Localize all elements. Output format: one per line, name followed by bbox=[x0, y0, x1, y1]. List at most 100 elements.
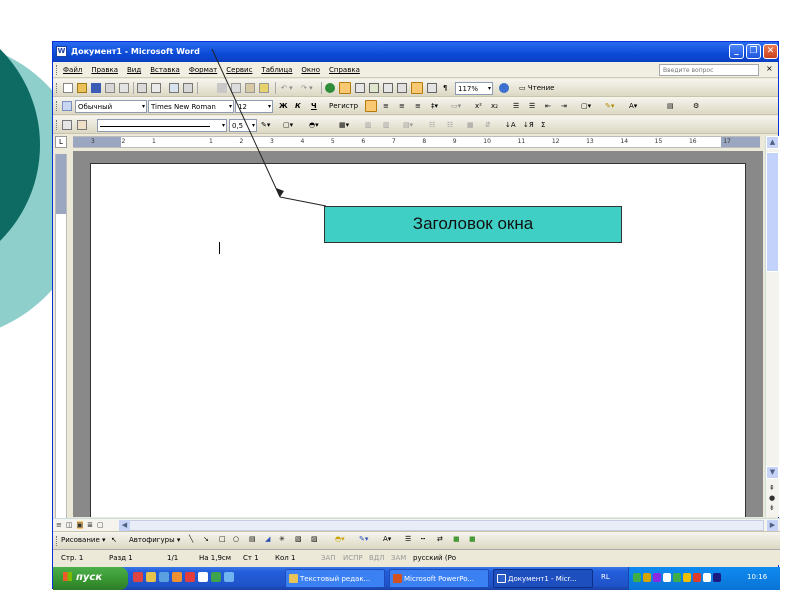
autosum-icon[interactable]: Σ bbox=[541, 121, 545, 129]
toolbar-grip[interactable] bbox=[56, 83, 58, 93]
draw-menu-button[interactable]: Рисование ▾ bbox=[61, 536, 106, 544]
status-record[interactable]: ЗАП bbox=[321, 554, 336, 562]
reading-view-icon[interactable]: ▢ bbox=[97, 521, 104, 529]
align-left-icon[interactable] bbox=[365, 100, 377, 112]
previous-page-icon[interactable]: ⇞ bbox=[769, 484, 775, 492]
email-icon[interactable] bbox=[119, 83, 129, 93]
scroll-left-button[interactable]: ◀ bbox=[119, 520, 130, 531]
style-select[interactable]: Обычный ▾ bbox=[75, 100, 147, 113]
menu-item[interactable]: Формат bbox=[189, 66, 217, 74]
copy-icon[interactable] bbox=[231, 83, 241, 93]
tray-icon[interactable] bbox=[683, 573, 691, 582]
change-case-button[interactable]: Регистр bbox=[329, 102, 358, 110]
quick-launch-icon[interactable] bbox=[159, 572, 169, 582]
align-right-icon[interactable]: ≡ bbox=[399, 102, 405, 110]
subscript-icon[interactable]: x₂ bbox=[491, 102, 498, 110]
vertical-scrollbar[interactable]: ▲ ▼ ⇞ ● ⇟ bbox=[765, 136, 779, 517]
menu-grip[interactable] bbox=[56, 65, 58, 75]
quick-launch-icon[interactable] bbox=[133, 572, 143, 582]
toolbar-grip[interactable] bbox=[56, 536, 58, 546]
distribute-rows-icon[interactable]: ☷ bbox=[429, 121, 435, 129]
insert-table-icon[interactable] bbox=[355, 83, 365, 93]
scroll-thumb[interactable] bbox=[766, 152, 779, 272]
document-map-icon[interactable] bbox=[411, 82, 423, 94]
line-style-select[interactable]: ▾ bbox=[97, 119, 227, 132]
text-direction-icon[interactable]: ⇵ bbox=[485, 121, 491, 129]
arrow-style-icon[interactable]: ⇄ bbox=[437, 535, 443, 543]
print-icon[interactable] bbox=[137, 83, 147, 93]
normal-view-icon[interactable]: ≡ bbox=[56, 521, 62, 529]
superscript-icon[interactable]: x² bbox=[475, 102, 482, 110]
start-button[interactable]: пуск bbox=[53, 567, 128, 590]
paste-icon[interactable] bbox=[245, 83, 255, 93]
columns-icon[interactable] bbox=[383, 83, 393, 93]
taskbar-button-text-editor[interactable]: Текстовый редак... bbox=[285, 569, 385, 588]
print-preview-icon[interactable] bbox=[151, 83, 161, 93]
toolbar-grip[interactable] bbox=[56, 120, 58, 130]
line-tool-icon[interactable]: ╲ bbox=[189, 535, 193, 543]
hscroll-track[interactable] bbox=[119, 520, 764, 531]
next-page-icon[interactable]: ⇟ bbox=[769, 504, 775, 512]
word-app-icon[interactable]: W bbox=[56, 46, 67, 57]
menu-item[interactable]: Таблица bbox=[261, 66, 292, 74]
picture-icon[interactable]: ▨ bbox=[311, 535, 318, 543]
line-weight-select[interactable]: 0,5 ▾ bbox=[229, 119, 257, 132]
menu-item[interactable]: Файл bbox=[63, 66, 82, 74]
italic-button[interactable]: К bbox=[295, 102, 301, 110]
tab-selector[interactable]: L bbox=[55, 136, 67, 148]
insert-excel-icon[interactable] bbox=[369, 83, 379, 93]
increase-indent-icon[interactable]: ⇥ bbox=[561, 102, 567, 110]
show-hide-icon[interactable] bbox=[427, 83, 437, 93]
quick-launch-icon[interactable] bbox=[172, 572, 182, 582]
font-select[interactable]: Times New Roman ▾ bbox=[148, 100, 234, 113]
close-document-icon[interactable]: × bbox=[766, 64, 773, 73]
outside-border-icon[interactable]: ▢▾ bbox=[581, 102, 591, 110]
fill-color-icon[interactable]: ◓▾ bbox=[335, 535, 345, 543]
format-painter-icon[interactable] bbox=[259, 83, 269, 93]
quick-launch-icon[interactable] bbox=[146, 572, 156, 582]
bold-button[interactable]: Ж bbox=[279, 102, 288, 110]
minimize-button[interactable]: _ bbox=[729, 44, 744, 59]
tray-icon[interactable] bbox=[693, 573, 701, 582]
sort-descending-icon[interactable]: ↓Я bbox=[523, 121, 534, 129]
dash-style-icon[interactable]: ┅ bbox=[421, 535, 425, 543]
select-objects-icon[interactable]: ↖ bbox=[111, 536, 117, 544]
font-color-icon[interactable]: A▾ bbox=[629, 102, 637, 110]
clipart-icon[interactable]: ▧ bbox=[295, 535, 302, 543]
distribute-columns-icon[interactable]: ☷ bbox=[447, 121, 453, 129]
menu-item[interactable]: Вставка bbox=[150, 66, 180, 74]
justify-icon[interactable]: ≡ bbox=[415, 102, 421, 110]
reading-layout-icon[interactable]: ▤ bbox=[667, 102, 674, 110]
help-search-input[interactable]: Введите вопрос bbox=[659, 64, 759, 76]
drawing-icon[interactable] bbox=[397, 83, 407, 93]
tray-icon[interactable] bbox=[703, 573, 711, 582]
status-track-changes[interactable]: ИСПР bbox=[343, 554, 363, 562]
print-layout-icon[interactable]: ▣ bbox=[76, 521, 84, 529]
save-icon[interactable] bbox=[91, 83, 101, 93]
border-style-icon[interactable]: ▭▾ bbox=[451, 102, 461, 110]
toolbar-grip[interactable] bbox=[56, 101, 58, 111]
new-document-icon[interactable] bbox=[63, 83, 73, 93]
undo-icon[interactable]: ↶ ▾ bbox=[281, 84, 293, 92]
menu-item[interactable]: Справка bbox=[329, 66, 360, 74]
oval-tool-icon[interactable]: ○ bbox=[233, 535, 239, 543]
menu-item[interactable]: Окно bbox=[301, 66, 320, 74]
arrow-tool-icon[interactable]: ↘ bbox=[203, 535, 209, 543]
status-extend[interactable]: ВДЛ bbox=[369, 554, 385, 562]
close-button[interactable]: ✕ bbox=[763, 44, 778, 59]
outline-view-icon[interactable]: ≣ bbox=[87, 521, 93, 529]
vertical-ruler[interactable] bbox=[55, 154, 67, 518]
line-color-icon[interactable]: ✎▾ bbox=[359, 535, 368, 543]
borders-icon[interactable]: ▢▾ bbox=[283, 121, 293, 129]
menu-item[interactable]: Правка bbox=[91, 66, 118, 74]
help-icon[interactable] bbox=[499, 83, 509, 93]
research-icon[interactable] bbox=[183, 83, 193, 93]
align-cell-icon[interactable]: ▤▾ bbox=[403, 121, 413, 129]
taskbar-button-powerpoint[interactable]: Microsoft PowerPo... bbox=[389, 569, 489, 588]
draw-table-icon[interactable] bbox=[62, 120, 72, 130]
permission-icon[interactable] bbox=[105, 83, 115, 93]
clock[interactable]: 10:16 bbox=[747, 573, 767, 581]
tray-icon[interactable] bbox=[673, 573, 681, 582]
open-folder-icon[interactable] bbox=[77, 83, 87, 93]
cut-icon[interactable] bbox=[217, 83, 227, 93]
